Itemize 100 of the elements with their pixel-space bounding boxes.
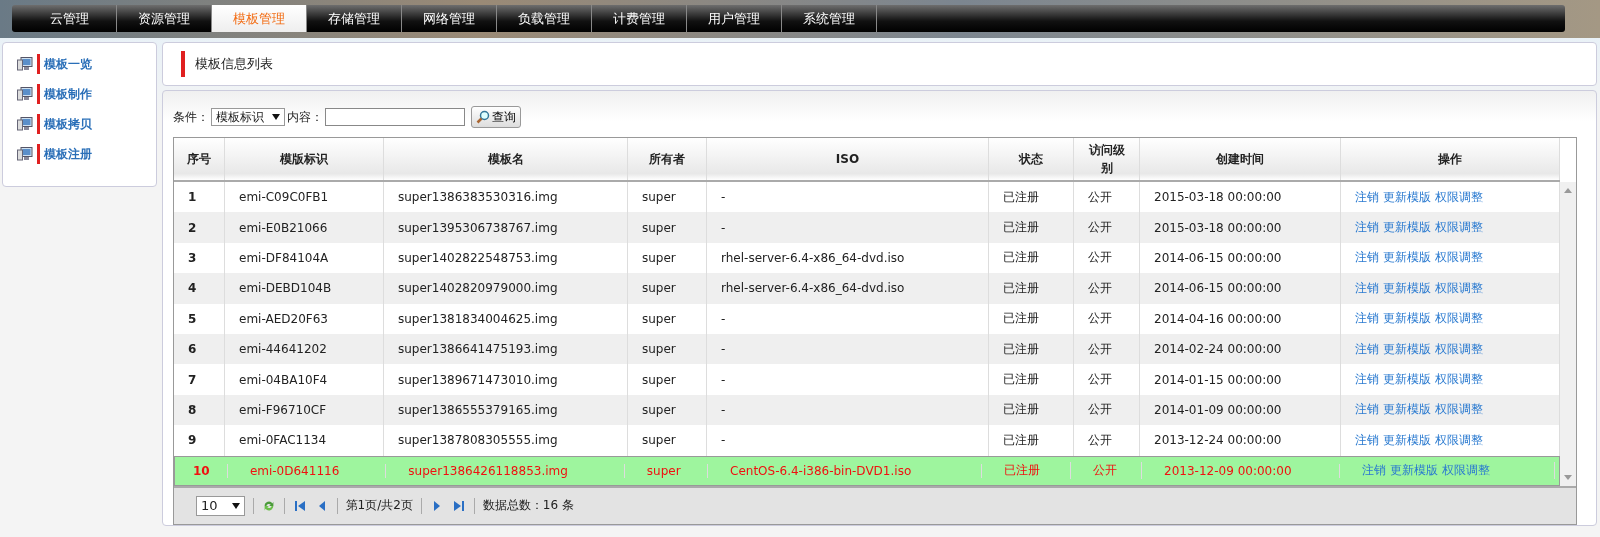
content-input[interactable] bbox=[325, 108, 465, 126]
action-link[interactable]: 权限调整 bbox=[1435, 401, 1483, 419]
table-row[interactable]: 10 emi-0D641116 super1386426118853.img super CentOS-6.4-i386-bin-DVD1.iso 已注册 公开 2013-12-09 00:00:00 注销 更新模版 权限调整 bbox=[174, 455, 1560, 486]
action-link[interactable]: 更新模版 bbox=[1383, 279, 1431, 297]
action-link[interactable]: 更新模版 bbox=[1383, 340, 1431, 358]
table-cell: rhel-server-6.4-x86_64-dvd.iso bbox=[721, 250, 905, 265]
action-link[interactable]: 注销 bbox=[1355, 249, 1379, 267]
table-cell: 公开 bbox=[1088, 401, 1112, 419]
action-link[interactable]: 权限调整 bbox=[1442, 462, 1491, 480]
table-cell: super1386426118853.img bbox=[408, 463, 568, 478]
table-cell: 2014-02-24 00:00:00 bbox=[1154, 342, 1282, 357]
table-cell: emi-04BA10F4 bbox=[239, 372, 328, 387]
table-cell: 2014-01-15 00:00:00 bbox=[1154, 372, 1282, 387]
action-link[interactable]: 更新模版 bbox=[1383, 401, 1431, 419]
nav-tab[interactable]: 云管理 bbox=[22, 5, 117, 32]
table-cell: super1386641475193.img bbox=[398, 342, 558, 357]
table-cell: CentOS-6.4-i386-bin-DVD1.iso bbox=[730, 463, 912, 478]
action-link[interactable]: 注销 bbox=[1355, 401, 1379, 419]
table-cell: super bbox=[642, 402, 676, 417]
action-link[interactable]: 权限调整 bbox=[1435, 310, 1483, 328]
table-cell: 2014-06-15 00:00:00 bbox=[1154, 281, 1282, 296]
sidebar-link[interactable]: 模板一览 bbox=[37, 54, 92, 74]
action-link[interactable]: 注销 bbox=[1362, 462, 1387, 480]
table-cell: rhel-server-6.4-x86_64-dvd.iso bbox=[721, 281, 905, 296]
table-cell: 已注册 bbox=[1003, 340, 1039, 358]
computer-icon bbox=[17, 117, 33, 131]
table-cell: 已注册 bbox=[1003, 431, 1039, 449]
last-page-icon[interactable] bbox=[451, 498, 466, 513]
action-link[interactable]: 更新模版 bbox=[1383, 371, 1431, 389]
nav-tab[interactable]: 系统管理 bbox=[782, 5, 877, 32]
action-link[interactable]: 更新模版 bbox=[1383, 310, 1431, 328]
nav-tab[interactable]: 计费管理 bbox=[592, 5, 687, 32]
table-row[interactable]: 2 emi-E0B21066 super1395306738767.img super - 已注册 公开 2015-03-18 00:00:00 注销 更新模版 权限调整 bbox=[174, 212, 1560, 243]
action-link[interactable]: 注销 bbox=[1355, 431, 1379, 449]
table-cell: super bbox=[642, 281, 676, 296]
column-header: ISO bbox=[707, 138, 989, 180]
action-link[interactable]: 注销 bbox=[1355, 371, 1379, 389]
action-link[interactable]: 权限调整 bbox=[1435, 279, 1483, 297]
table-cell: super bbox=[642, 433, 676, 448]
table-cell: - bbox=[721, 433, 726, 448]
action-link[interactable]: 更新模版 bbox=[1383, 249, 1431, 267]
table-cell: - bbox=[721, 190, 726, 205]
caret-icon bbox=[231, 502, 240, 509]
action-link[interactable]: 权限调整 bbox=[1435, 371, 1483, 389]
scroll-up-icon[interactable] bbox=[1564, 188, 1572, 193]
scrollbar[interactable] bbox=[1560, 182, 1576, 486]
nav-tab[interactable]: 网络管理 bbox=[402, 5, 497, 32]
action-link[interactable]: 注销 bbox=[1355, 188, 1379, 206]
table-cell: emi-C09C0FB1 bbox=[239, 190, 329, 205]
sidebar-link[interactable]: 模板制作 bbox=[37, 84, 92, 104]
scroll-down-icon[interactable] bbox=[1564, 474, 1572, 480]
action-link[interactable]: 注销 bbox=[1355, 310, 1379, 328]
action-link[interactable]: 权限调整 bbox=[1435, 431, 1483, 449]
table-row[interactable]: 6 emi-44641202 super1386641475193.img super - 已注册 公开 2014-02-24 00:00:00 注销 更新模版 权限调整 bbox=[174, 333, 1560, 365]
table-cell: 已注册 bbox=[1003, 371, 1039, 389]
search-button[interactable]: 查询 bbox=[471, 106, 521, 128]
nav-tab[interactable]: 用户管理 bbox=[687, 5, 782, 32]
table-cell: 已注册 bbox=[1003, 310, 1039, 328]
table-cell: 公开 bbox=[1088, 340, 1112, 358]
action-link[interactable]: 注销 bbox=[1355, 279, 1379, 297]
page-info: 第1页/共2页 bbox=[345, 497, 413, 515]
table-cell: 9 bbox=[188, 433, 197, 448]
condition-select[interactable]: 模板标识 bbox=[211, 108, 285, 126]
page-size-select[interactable]: 10 bbox=[196, 495, 245, 516]
table-row[interactable]: 4 emi-DEBD104B super1402820979000.img super rhel-server-6.4-x86_64-dvd.iso 已注册 公开 2014-06-15 00:00:00 注销 更新模版 权限调整 bbox=[174, 273, 1560, 304]
nav-tab[interactable]: 负载管理 bbox=[497, 5, 592, 32]
table-cell: super1395306738767.img bbox=[398, 220, 558, 235]
column-header: 序号 bbox=[174, 138, 225, 180]
action-link[interactable]: 更新模版 bbox=[1390, 462, 1439, 480]
table-cell: super1386383530316.img bbox=[398, 190, 558, 205]
table-cell: super bbox=[642, 190, 676, 205]
computer-icon bbox=[17, 57, 33, 71]
table-cell: 已注册 bbox=[1003, 279, 1039, 297]
table-cell: super bbox=[646, 463, 681, 478]
table-cell: emi-DF84104A bbox=[239, 250, 329, 265]
nav-tab[interactable]: 模板管理 bbox=[212, 5, 307, 32]
action-link[interactable]: 注销 bbox=[1355, 340, 1379, 358]
action-link[interactable]: 权限调整 bbox=[1435, 340, 1483, 358]
computer-icon bbox=[17, 147, 33, 161]
table-row[interactable]: 8 emi-F96710CF super1386555379165.img super - 已注册 公开 2014-01-09 00:00:00 注销 更新模版 权限调整 bbox=[174, 394, 1560, 426]
action-link[interactable]: 权限调整 bbox=[1435, 249, 1483, 267]
table-cell: 1 bbox=[188, 190, 197, 205]
table-cell: emi-E0B21066 bbox=[239, 220, 328, 235]
action-link[interactable]: 权限调整 bbox=[1435, 219, 1483, 237]
action-link[interactable]: 权限调整 bbox=[1435, 188, 1483, 206]
table-cell: - bbox=[721, 342, 726, 357]
first-page-icon[interactable] bbox=[292, 498, 307, 513]
table-cell: emi-0D641116 bbox=[249, 463, 340, 478]
column-header: 操作 bbox=[1341, 138, 1560, 180]
table-cell: 已注册 bbox=[1004, 462, 1041, 480]
action-link[interactable]: 更新模版 bbox=[1383, 219, 1431, 237]
nav-tab[interactable]: 存储管理 bbox=[307, 5, 402, 32]
action-link[interactable]: 更新模版 bbox=[1383, 188, 1431, 206]
table-cell: 3 bbox=[188, 250, 197, 265]
table-cell: super1402820979000.img bbox=[398, 281, 558, 296]
action-link[interactable]: 更新模版 bbox=[1383, 431, 1431, 449]
column-header: 模版标识 bbox=[225, 138, 384, 180]
sidebar-link[interactable]: 模板注册 bbox=[37, 144, 92, 164]
action-link[interactable]: 注销 bbox=[1355, 219, 1379, 237]
sidebar-link[interactable]: 模板拷贝 bbox=[37, 114, 92, 134]
